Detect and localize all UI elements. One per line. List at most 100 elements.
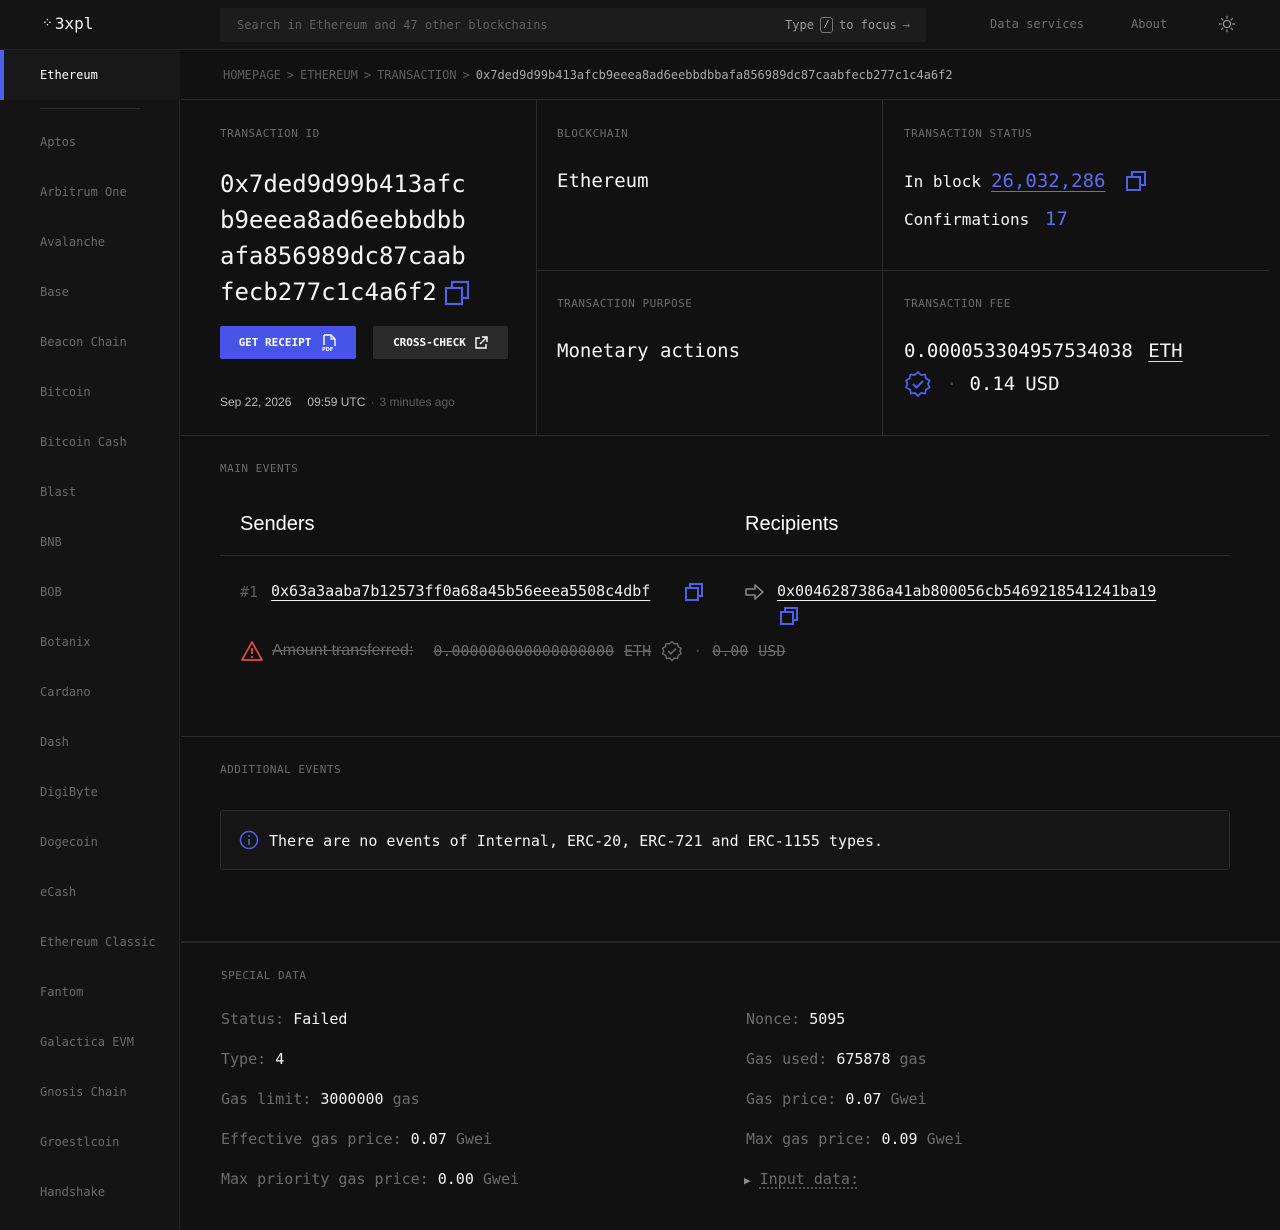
sidebar-item-bob[interactable]: BOB xyxy=(40,585,62,599)
effective-gas-price-row: Effective gas price: 0.07 Gwei xyxy=(221,1130,492,1148)
amount-unit: ETH xyxy=(624,642,652,660)
divider xyxy=(181,941,1280,943)
breadcrumb: HOMEPAGE > ETHEREUM > TRANSACTION >0x7ded9d99… xyxy=(223,68,953,82)
cross-check-button[interactable]: CROSS-CHECK xyxy=(373,326,508,359)
breadcrumb-ethereum[interactable]: ETHEREUM xyxy=(300,68,358,82)
sidebar-item-bitcoin[interactable]: Bitcoin xyxy=(40,385,91,399)
sidebar-item-arbitrum-one[interactable]: Arbitrum One xyxy=(40,185,127,199)
main-content: HOMEPAGE > ETHEREUM > TRANSACTION >0x7ded9d99… xyxy=(181,50,1280,1230)
transaction-id-value: 0x7ded9d99b413afcb9eeea8ad6eebbdbbafa856… xyxy=(220,170,466,306)
confirmations-count: 17 xyxy=(1044,208,1068,230)
amount-label: Amount transferred: xyxy=(272,642,414,659)
event-index: #1 xyxy=(240,583,259,601)
status-row: Status: Failed xyxy=(221,1010,348,1028)
block-info: In block 26,032,286 xyxy=(904,170,1147,192)
top-bar: ⁘ 3xpl Type / to focus → Data services A… xyxy=(0,0,1280,50)
gas-used-row: Gas used: 675878 gas xyxy=(746,1050,927,1068)
logo-icon: ⁘ xyxy=(42,16,53,31)
get-receipt-button[interactable]: GET RECEIPT PDF xyxy=(220,326,356,359)
transaction-id: 0x7ded9d99b413afcb9eeea8ad6eebbdbbafa856… xyxy=(220,166,480,310)
sidebar-item-dash[interactable]: Dash xyxy=(40,735,69,749)
amount-usd-unit: USD xyxy=(758,642,786,660)
transaction-fee: 0.000053304957534038 ETH xyxy=(904,340,1183,362)
sidebar-item-aptos[interactable]: Aptos xyxy=(40,135,76,149)
arrow-right-outline-icon xyxy=(745,584,764,600)
slash-key: / xyxy=(819,17,833,33)
copy-icon[interactable] xyxy=(684,582,704,602)
search-bar: Type / to focus → xyxy=(220,8,926,42)
nonce-row: Nonce: 5095 xyxy=(746,1010,846,1028)
fee-usd: · 0.14 USD xyxy=(904,370,1060,398)
warning-icon xyxy=(241,641,263,661)
nav-data-services[interactable]: Data services xyxy=(990,17,1084,31)
fee-unit[interactable]: ETH xyxy=(1148,340,1182,362)
sidebar-item-fantom[interactable]: Fantom xyxy=(40,985,83,999)
search-input[interactable] xyxy=(220,8,760,42)
transaction-purpose-value: Monetary actions xyxy=(557,340,741,362)
additional-events-label: ADDITIONAL EVENTS xyxy=(220,763,342,776)
sidebar-item-beacon-chain[interactable]: Beacon Chain xyxy=(40,335,127,349)
blockchain-value[interactable]: Ethereum xyxy=(557,170,649,192)
copy-icon[interactable] xyxy=(779,606,799,626)
sidebar-item-avalanche[interactable]: Avalanche xyxy=(40,235,105,249)
divider xyxy=(181,99,1280,100)
confirmations: Confirmations 17 xyxy=(904,208,1068,230)
block-link[interactable]: 26,032,286 xyxy=(991,170,1105,192)
max-priority-gas-price-row: Max priority gas price: 0.00 Gwei xyxy=(221,1170,520,1188)
info-icon xyxy=(239,830,259,850)
svg-text:PDF: PDF xyxy=(322,347,333,352)
recipients-title: Recipients xyxy=(745,513,839,535)
copy-icon[interactable] xyxy=(1125,170,1147,192)
sidebar-item-base[interactable]: Base xyxy=(40,285,69,299)
pdf-icon: PDF xyxy=(322,333,337,352)
sidebar-item-groestlcoin[interactable]: Groestlcoin xyxy=(40,1135,119,1149)
sidebar-item-ecash[interactable]: eCash xyxy=(40,885,76,899)
main-events-label: MAIN EVENTS xyxy=(220,462,299,475)
sidebar-item-dogecoin[interactable]: Dogecoin xyxy=(40,835,98,849)
divider xyxy=(537,270,1269,271)
sidebar-item-bitcoin-cash[interactable]: Bitcoin Cash xyxy=(40,435,127,449)
divider xyxy=(220,555,1230,556)
timestamp: Sep 22, 2026 09:59 UTC · 3 minutes ago xyxy=(220,395,455,409)
breadcrumb-transaction[interactable]: TRANSACTION xyxy=(377,68,456,82)
senders-title: Senders xyxy=(240,513,315,535)
sender-address[interactable]: 0x63a3aaba7b12573ff0a68a45b56eeea5508c4d… xyxy=(271,582,650,600)
sidebar-item-bnb[interactable]: BNB xyxy=(40,535,62,549)
fee-usd-value: 0.14 xyxy=(969,373,1016,395)
search-hint: Type / to focus → xyxy=(785,17,910,33)
gas-price-row: Gas price: 0.07 Gwei xyxy=(746,1090,927,1108)
amount-usd-value: 0.00 xyxy=(712,642,749,660)
breadcrumb-current: 0x7ded9d99b413afcb9eeea8ad6eebbdbbafa856… xyxy=(475,68,953,82)
external-link-icon xyxy=(475,335,488,349)
sidebar-item-botanix[interactable]: Botanix xyxy=(40,635,91,649)
sidebar: Ethereum Aptos Arbitrum One Avalanche Ba… xyxy=(0,50,180,1230)
max-gas-price-row: Max gas price: 0.09 Gwei xyxy=(746,1130,963,1148)
copy-icon[interactable] xyxy=(443,279,471,307)
logo-text: 3xpl xyxy=(54,14,94,33)
input-data-toggle[interactable]: ▶ Input data: xyxy=(744,1170,859,1188)
breadcrumb-homepage[interactable]: HOMEPAGE xyxy=(223,68,281,82)
sidebar-item-cardano[interactable]: Cardano xyxy=(40,685,91,699)
no-events-notice: There are no events of Internal, ERC-20,… xyxy=(220,810,1230,870)
divider xyxy=(181,736,1280,737)
sidebar-item-handshake[interactable]: Handshake xyxy=(40,1185,105,1199)
sidebar-item-ethereum-classic[interactable]: Ethereum Classic xyxy=(40,935,156,949)
triangle-right-icon: ▶ xyxy=(744,1174,751,1187)
no-events-message: There are no events of Internal, ERC-20,… xyxy=(269,832,884,850)
logo[interactable]: ⁘ 3xpl xyxy=(42,14,93,33)
sidebar-item-ethereum[interactable]: Ethereum xyxy=(0,50,180,100)
transaction-id-label: TRANSACTION ID xyxy=(220,127,320,140)
sidebar-item-gnosis-chain[interactable]: Gnosis Chain xyxy=(40,1085,127,1099)
special-data-label: SPECIAL DATA xyxy=(221,969,307,982)
verified-icon xyxy=(661,640,683,662)
transaction-status-label: TRANSACTION STATUS xyxy=(904,127,1033,140)
sidebar-item-blast[interactable]: Blast xyxy=(40,485,76,499)
nav-about[interactable]: About xyxy=(1131,17,1167,31)
divider xyxy=(181,435,1269,436)
sidebar-item-digibyte[interactable]: DigiByte xyxy=(40,785,98,799)
divider xyxy=(882,100,883,436)
sun-icon[interactable] xyxy=(1218,15,1236,33)
recipient-address[interactable]: 0x0046287386a41ab800056cb5469218541241ba… xyxy=(777,582,1156,600)
transaction-fee-label: TRANSACTION FEE xyxy=(904,297,1011,310)
sidebar-item-galactica-evm[interactable]: Galactica EVM xyxy=(40,1035,134,1049)
